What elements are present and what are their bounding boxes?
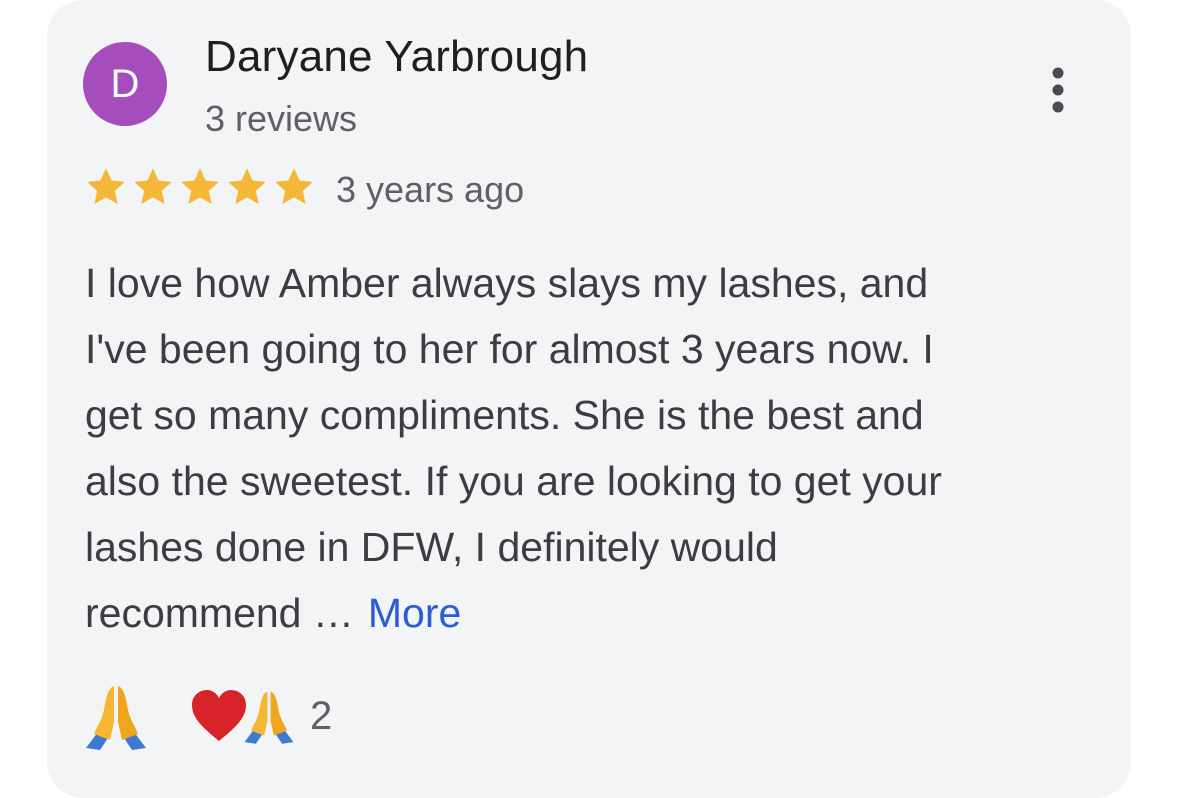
love-thanks-reaction-button[interactable]: 2: [188, 681, 332, 751]
review-text-line: I've been going to her for almost 3 year…: [85, 326, 934, 372]
review-text-last-line: recommend … More: [85, 580, 1095, 646]
more-link[interactable]: More: [368, 590, 461, 636]
folded-hands-icon: [86, 686, 146, 750]
star-icon: [87, 168, 125, 205]
review-text-line: also the sweetest. If you are looking to…: [85, 458, 942, 504]
avatar[interactable]: D: [83, 42, 167, 126]
review-text: I love how Amber always slays my lashes,…: [85, 250, 1095, 646]
reaction-count: 2: [310, 693, 333, 738]
star-rating: [83, 164, 318, 210]
review-text-line: get so many compliments. She is the best…: [85, 392, 924, 438]
thanks-reaction-button[interactable]: [78, 678, 154, 754]
author-review-count: 3 reviews: [205, 98, 358, 139]
more-options-button[interactable]: [1038, 64, 1078, 116]
reactions-bar: 2: [78, 676, 332, 756]
author-name[interactable]: Daryane Yarbrough: [205, 32, 588, 82]
star-icon: [228, 168, 266, 205]
star-icon: [181, 168, 219, 205]
more-vert-icon: [1052, 67, 1064, 113]
star-icon: [275, 168, 313, 205]
review-text-line: I love how Amber always slays my lashes,…: [85, 260, 929, 306]
review-time: 3 years ago: [336, 169, 525, 210]
star-icon: [134, 168, 172, 205]
folded-hands-icon: [244, 691, 294, 744]
review-text-line: lashes done in DFW, I definitely would: [85, 524, 778, 570]
review-text-line: recommend …: [85, 590, 354, 636]
